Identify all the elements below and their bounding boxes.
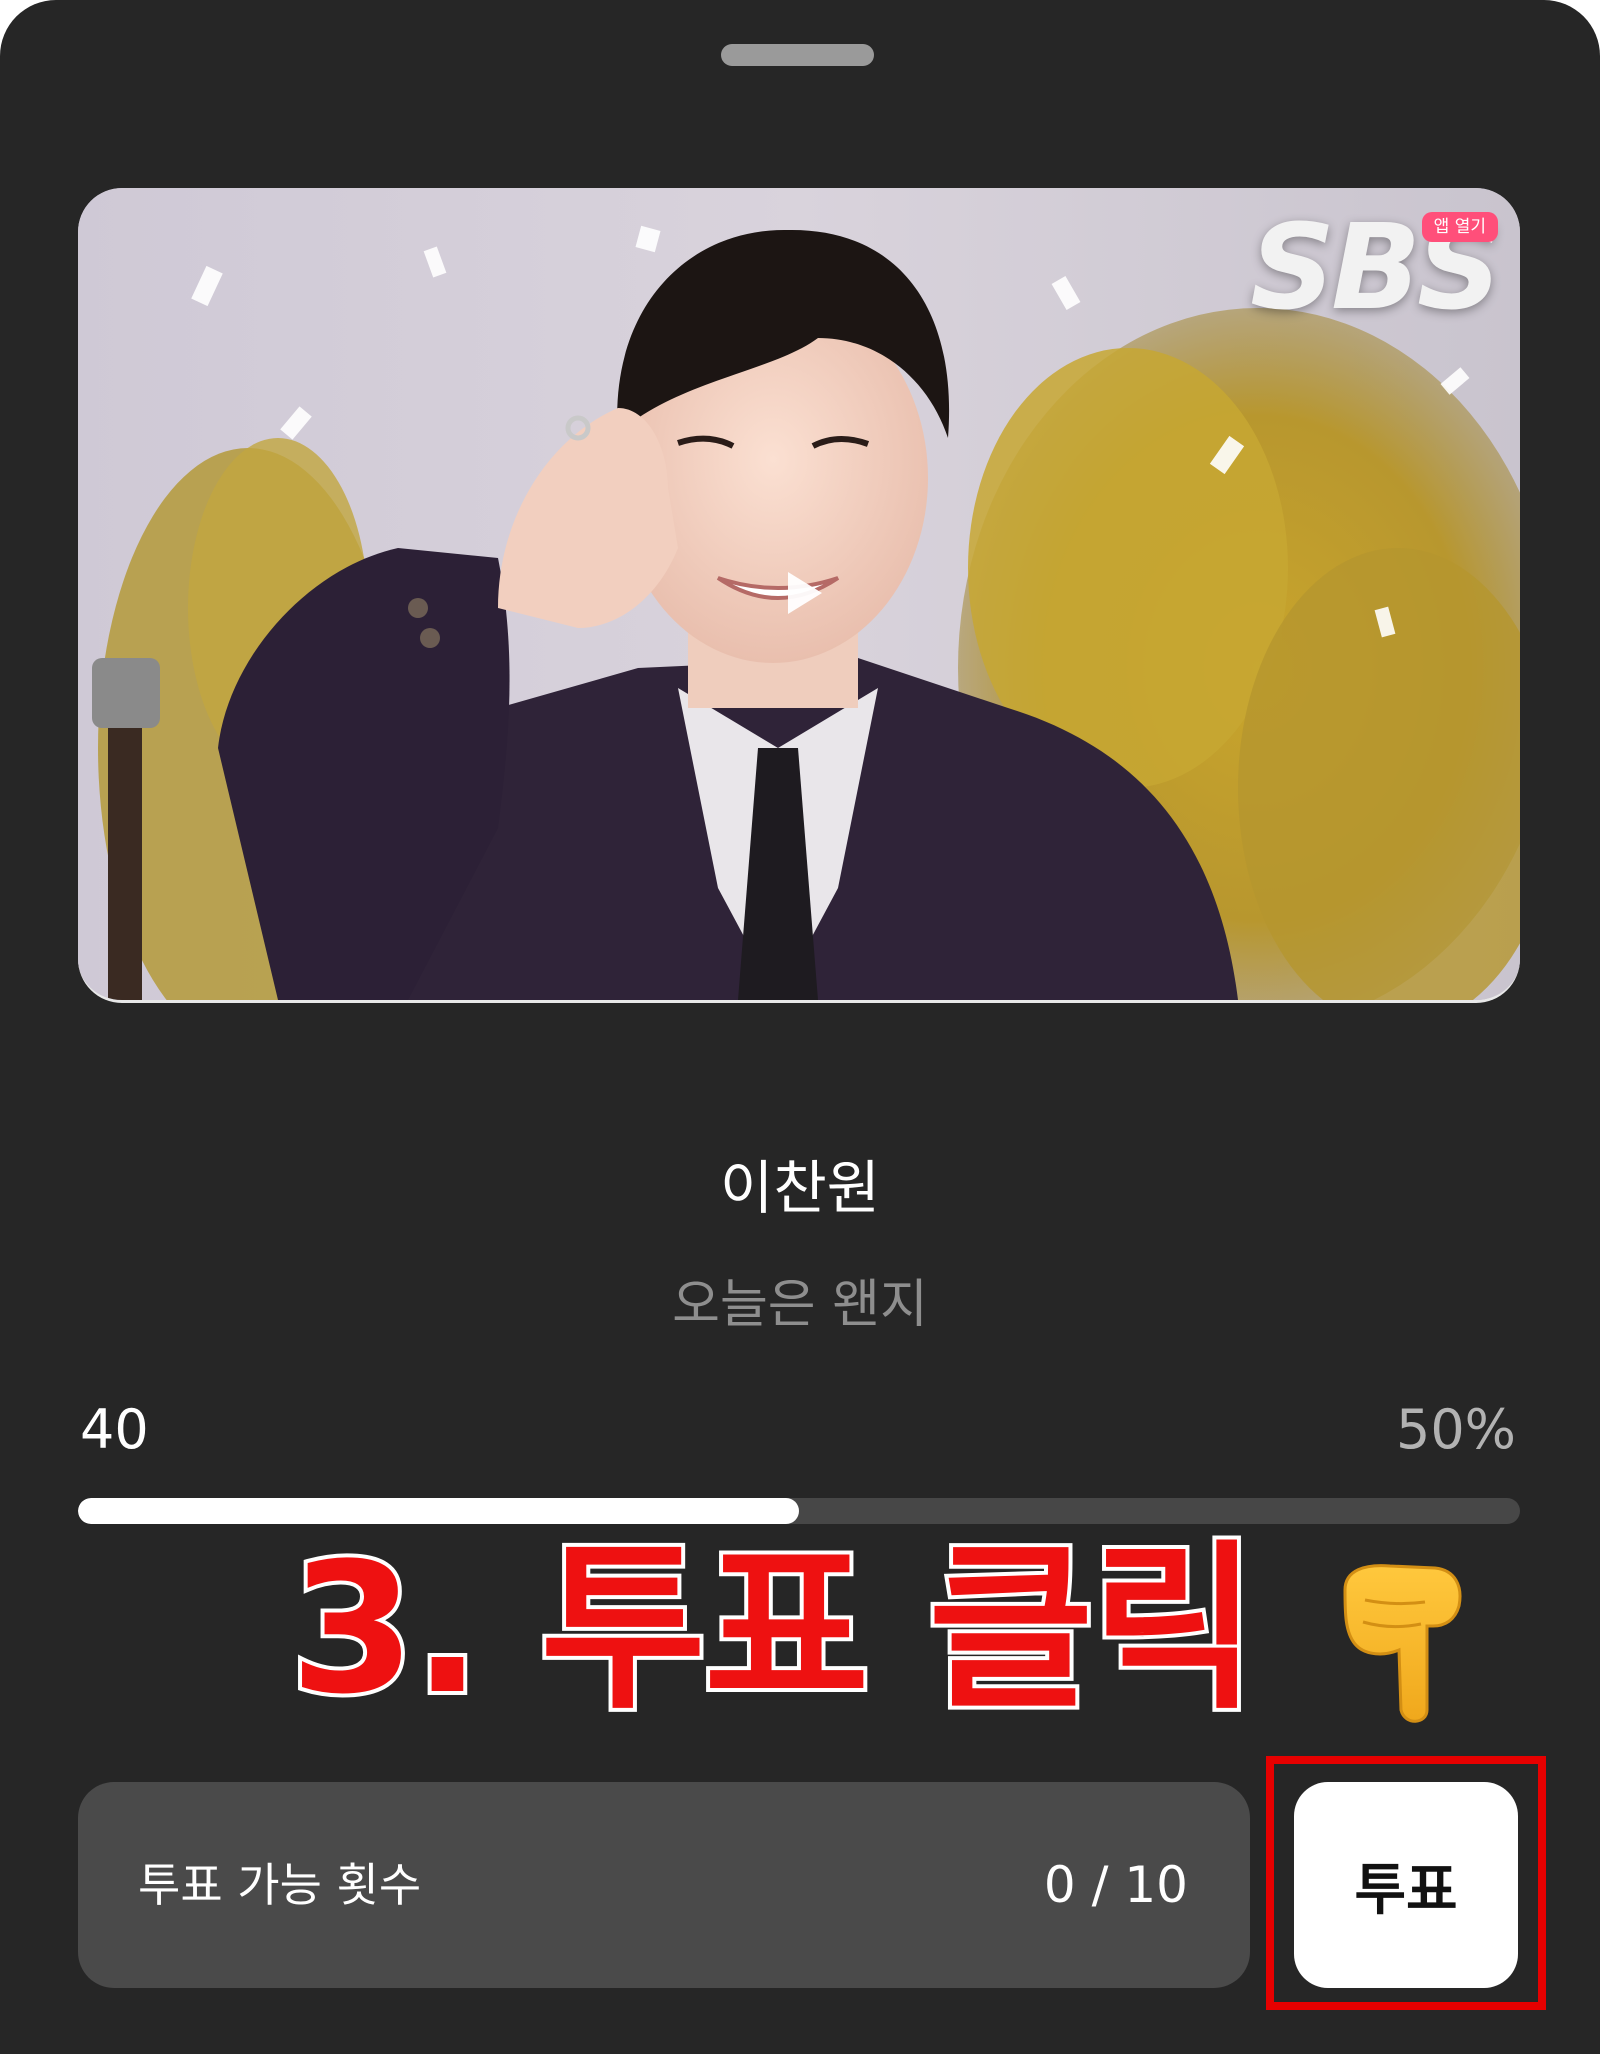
pointing-down-hand-icon [1343,1564,1462,1723]
remaining-votes-panel: 투표 가능 횟수 0 / 10 [78,1782,1250,1988]
bottom-sheet: SBS 앱 열기 이찬원 오늘은 왠지 40 50% 3. 투표 클릭 투표 가… [0,0,1600,2054]
vote-progress-fill [78,1498,799,1524]
instruction-annotation: 3. 투표 클릭 [286,1525,1330,1734]
vote-percent: 50% [1395,1398,1516,1461]
remaining-votes-value: 0 / 10 [1043,1856,1188,1914]
vote-progress-bar [78,1498,1520,1524]
vote-button[interactable]: 투표 [1294,1782,1518,1988]
vote-count: 40 [80,1398,149,1461]
artist-name: 이찬원 [719,1154,881,1222]
song-title: 오늘은 왠지 [672,1275,928,1335]
remaining-votes-label: 투표 가능 횟수 [138,1858,422,1912]
video-thumbnail[interactable]: SBS 앱 열기 [78,188,1520,1003]
play-icon[interactable] [776,566,830,620]
annotation-text: 3. 투표 클릭 [286,1525,1261,1734]
drag-handle[interactable] [721,44,874,66]
app-open-badge[interactable]: 앱 열기 [1421,212,1498,242]
